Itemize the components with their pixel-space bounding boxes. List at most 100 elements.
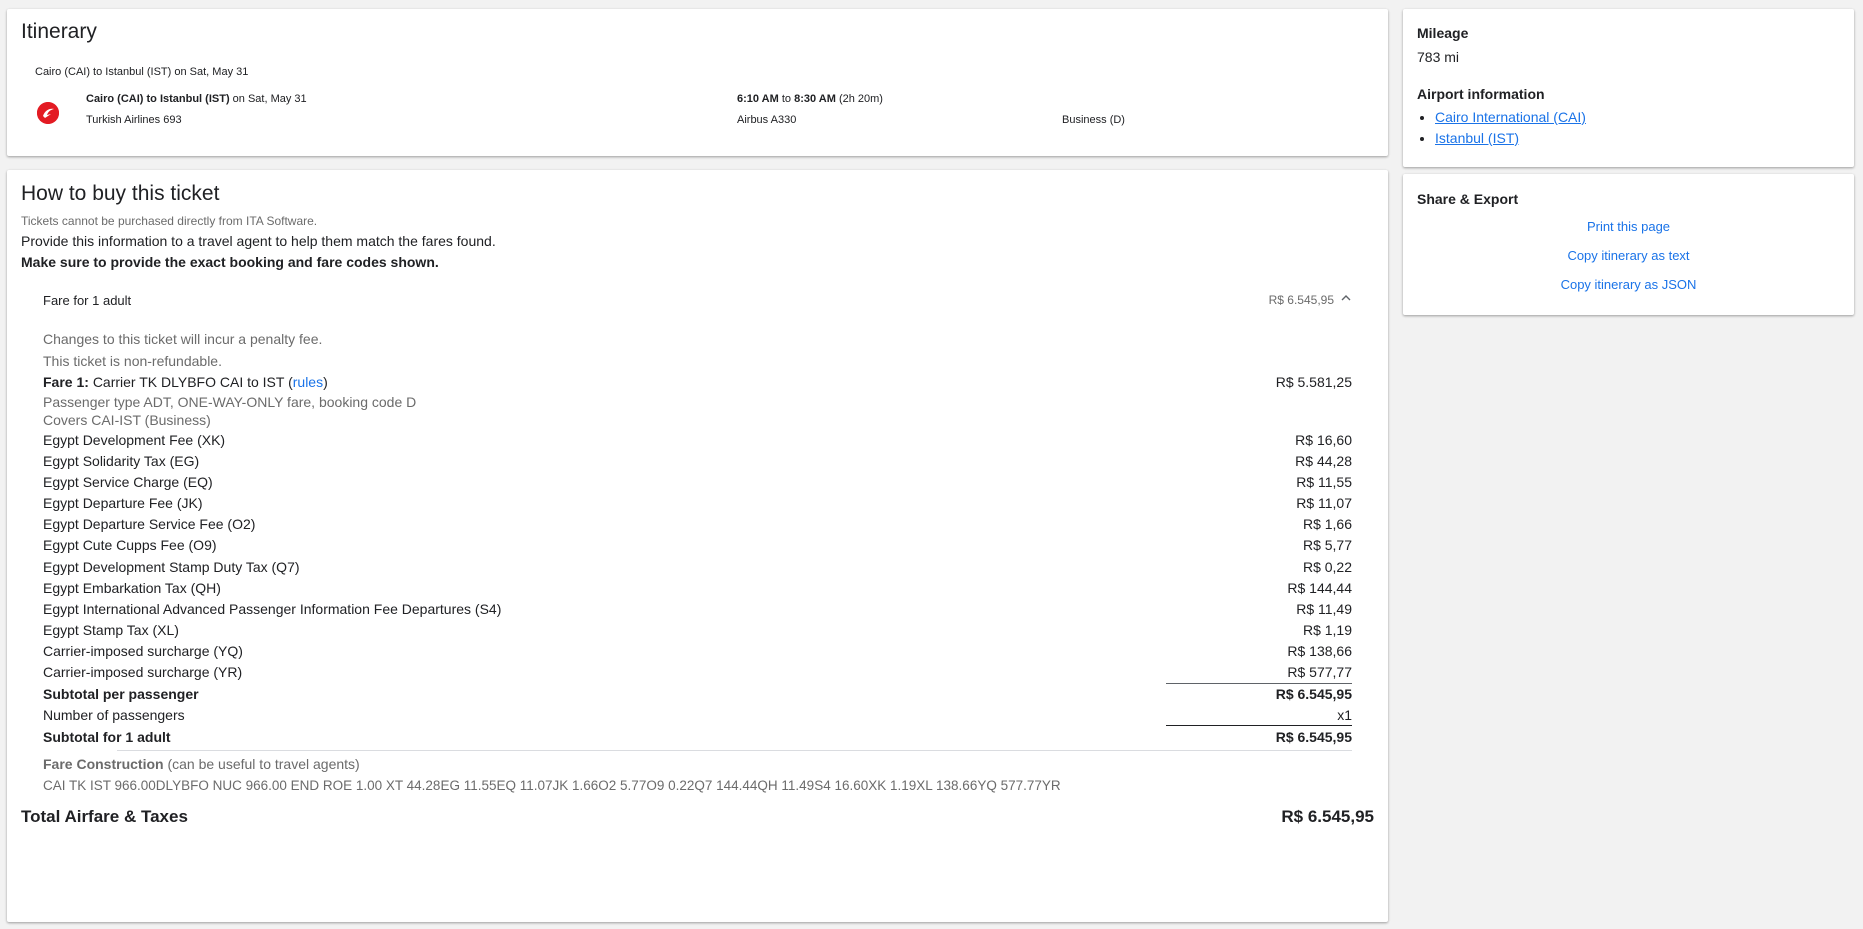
passenger-count-value: x1 [1337, 707, 1352, 723]
itinerary-card: Itinerary Cairo (CAI) to Istanbul (IST) … [7, 9, 1388, 156]
fare-header-amount: R$ 6.545,95 [1268, 293, 1334, 307]
flight-carrier: Turkish Airlines 693 [86, 114, 182, 126]
tax-row: Egypt Development Stamp Duty Tax (Q7) R$ … [43, 557, 1352, 577]
arrive-time: 8:30 AM [794, 93, 836, 105]
tax-label: Egypt Stamp Tax (XL) [43, 622, 179, 638]
subtotal-per-passenger-amount: R$ 6.545,95 [1275, 686, 1352, 702]
tax-amount: R$ 5,77 [1302, 537, 1352, 553]
fare-construction-divider [117, 750, 1352, 751]
print-page-link[interactable]: Print this page [1403, 219, 1854, 234]
tax-amount: R$ 11,07 [1296, 495, 1352, 511]
subtotal-adult-row: Subtotal for 1 adult R$ 6.545,95 [43, 727, 1352, 747]
copy-json-link[interactable]: Copy itinerary as JSON [1403, 277, 1854, 292]
fare-1-description: Fare 1: Carrier TK DLYBFO CAI to IST (ru… [43, 372, 328, 392]
tax-amount: R$ 138,66 [1287, 643, 1352, 659]
tax-label: Egypt Embarkation Tax (QH) [43, 580, 221, 596]
itinerary-title: Itinerary [21, 20, 97, 43]
passenger-count-row: Number of passengers x1 [43, 705, 1352, 725]
aircraft: Airbus A330 [737, 114, 797, 126]
tax-amount: R$ 1,66 [1302, 516, 1352, 532]
tax-row: Egypt Departure Service Fee (O2) R$ 1,66 [43, 514, 1352, 534]
fare-1-amount: R$ 5.581,25 [1275, 374, 1352, 390]
fare-construction-text: CAI TK IST 966.00DLYBFO NUC 966.00 END R… [43, 778, 1061, 793]
copy-text-link[interactable]: Copy itinerary as text [1403, 248, 1854, 263]
airport-list: Cairo International (CAI) Istanbul (IST) [1417, 107, 1586, 149]
total-label: Total Airfare & Taxes [21, 807, 188, 826]
subtotal-per-passenger-label: Subtotal per passenger [43, 686, 199, 702]
fare-covers: Covers CAI-IST (Business) [43, 412, 211, 428]
flight-times: 6:10 AM to 8:30 AM (2h 20m) [737, 93, 883, 105]
passenger-type: Passenger type ADT, ONE-WAY-ONLY fare, b… [43, 394, 417, 410]
airport-link-ist[interactable]: Istanbul (IST) [1435, 130, 1519, 146]
subtotal-per-passenger-row: Subtotal per passenger R$ 6.545,95 [43, 684, 1352, 704]
subtotal-adult-amount: R$ 6.545,95 [1275, 729, 1352, 745]
agent-instruction: Provide this information to a travel age… [21, 233, 496, 249]
turkish-airlines-logo-icon [37, 102, 59, 124]
passenger-count-label: Number of passengers [43, 707, 185, 723]
airport-link-cai[interactable]: Cairo International (CAI) [1435, 109, 1586, 125]
flight-route: Cairo (CAI) to Istanbul (IST) on Sat, Ma… [86, 93, 307, 105]
how-to-buy-card: How to buy this ticket Tickets cannot be… [7, 170, 1388, 922]
trip-summary: Cairo (CAI) to Istanbul (IST) on Sat, Ma… [35, 66, 249, 78]
rules-link[interactable]: rules [293, 374, 323, 390]
tax-row: Egypt International Advanced Passenger I… [43, 599, 1352, 619]
chevron-up-icon[interactable] [1338, 288, 1354, 308]
subtotal-adult-label: Subtotal for 1 adult [43, 729, 171, 745]
tax-label: Egypt Departure Service Fee (O2) [43, 516, 256, 532]
tax-amount: R$ 577,77 [1287, 664, 1352, 680]
list-item: Istanbul (IST) [1435, 128, 1586, 149]
adult-subtotal-rule [1166, 725, 1352, 726]
depart-time: 6:10 AM [737, 93, 779, 105]
tax-row: Egypt Embarkation Tax (QH) R$ 144,44 [43, 578, 1352, 598]
tax-row: Egypt Solidarity Tax (EG) R$ 44,28 [43, 451, 1352, 471]
tax-label: Egypt Development Fee (XK) [43, 432, 226, 448]
fare-construction-label: Fare Construction [43, 756, 164, 772]
tax-row: Egypt Development Fee (XK) R$ 16,60 [43, 430, 1352, 450]
tax-row: Egypt Departure Fee (JK) R$ 11,07 [43, 493, 1352, 513]
tax-amount: R$ 11,49 [1296, 601, 1352, 617]
tax-row: Carrier-imposed surcharge (YQ) R$ 138,66 [43, 641, 1352, 661]
how-to-buy-title: How to buy this ticket [21, 182, 220, 205]
mileage-value: 783 mi [1417, 49, 1460, 65]
tax-label: Carrier-imposed surcharge (YQ) [43, 643, 243, 659]
tax-row: Egypt Stamp Tax (XL) R$ 1,19 [43, 620, 1352, 640]
tax-amount: R$ 1,19 [1302, 622, 1352, 638]
fare-1-close-paren: ) [323, 374, 328, 390]
tax-label: Egypt Departure Fee (JK) [43, 495, 203, 511]
total-amount: R$ 6.545,95 [1281, 807, 1374, 826]
tax-label: Egypt Development Stamp Duty Tax (Q7) [43, 559, 300, 575]
fare-header-label: Fare for 1 adult [43, 293, 132, 308]
refund-note: This ticket is non-refundable. [43, 353, 222, 369]
mileage-title: Mileage [1417, 25, 1469, 41]
share-export-title: Share & Export [1417, 191, 1519, 207]
cabin-class: Business (D) [1062, 114, 1125, 126]
tax-row: Egypt Cute Cupps Fee (O9) R$ 5,77 [43, 535, 1352, 555]
tax-label: Egypt International Advanced Passenger I… [43, 601, 502, 617]
tax-label: Egypt Service Charge (EQ) [43, 474, 213, 490]
list-item: Cairo International (CAI) [1435, 107, 1586, 128]
tax-label: Egypt Cute Cupps Fee (O9) [43, 537, 217, 553]
mileage-card: Mileage 783 mi Airport information Cairo… [1403, 9, 1854, 167]
fare-1-prefix: Fare 1: [43, 374, 89, 390]
tax-amount: R$ 11,55 [1296, 474, 1352, 490]
penalty-note: Changes to this ticket will incur a pena… [43, 331, 323, 347]
fare-construction-hint: (can be useful to travel agents) [167, 756, 360, 772]
flight-route-cities: Cairo (CAI) to Istanbul (IST) [86, 93, 230, 105]
tax-row: Carrier-imposed surcharge (YR) R$ 577,77 [43, 662, 1352, 682]
tax-row: Egypt Service Charge (EQ) R$ 11,55 [43, 472, 1352, 492]
fare-1-row: Fare 1: Carrier TK DLYBFO CAI to IST (ru… [43, 372, 1352, 392]
fare-construction-heading: Fare Construction (can be useful to trav… [43, 756, 360, 772]
tax-amount: R$ 44,28 [1295, 453, 1352, 469]
purchase-note: Tickets cannot be purchased directly fro… [21, 214, 318, 228]
flight-duration: (2h 20m) [838, 93, 883, 105]
airport-info-title: Airport information [1417, 86, 1545, 102]
flight-date: on Sat, May 31 [232, 93, 307, 105]
tax-label: Carrier-imposed surcharge (YR) [43, 664, 243, 680]
share-export-card: Share & Export Print this page Copy itin… [1403, 174, 1854, 315]
agent-instruction-bold: Make sure to provide the exact booking a… [21, 254, 439, 270]
tax-label: Egypt Solidarity Tax (EG) [43, 453, 200, 469]
tax-amount: R$ 144,44 [1287, 580, 1352, 596]
tax-amount: R$ 0,22 [1302, 559, 1352, 575]
fare-1-text: Carrier TK DLYBFO CAI to IST ( [92, 374, 293, 390]
tax-amount: R$ 16,60 [1295, 432, 1352, 448]
